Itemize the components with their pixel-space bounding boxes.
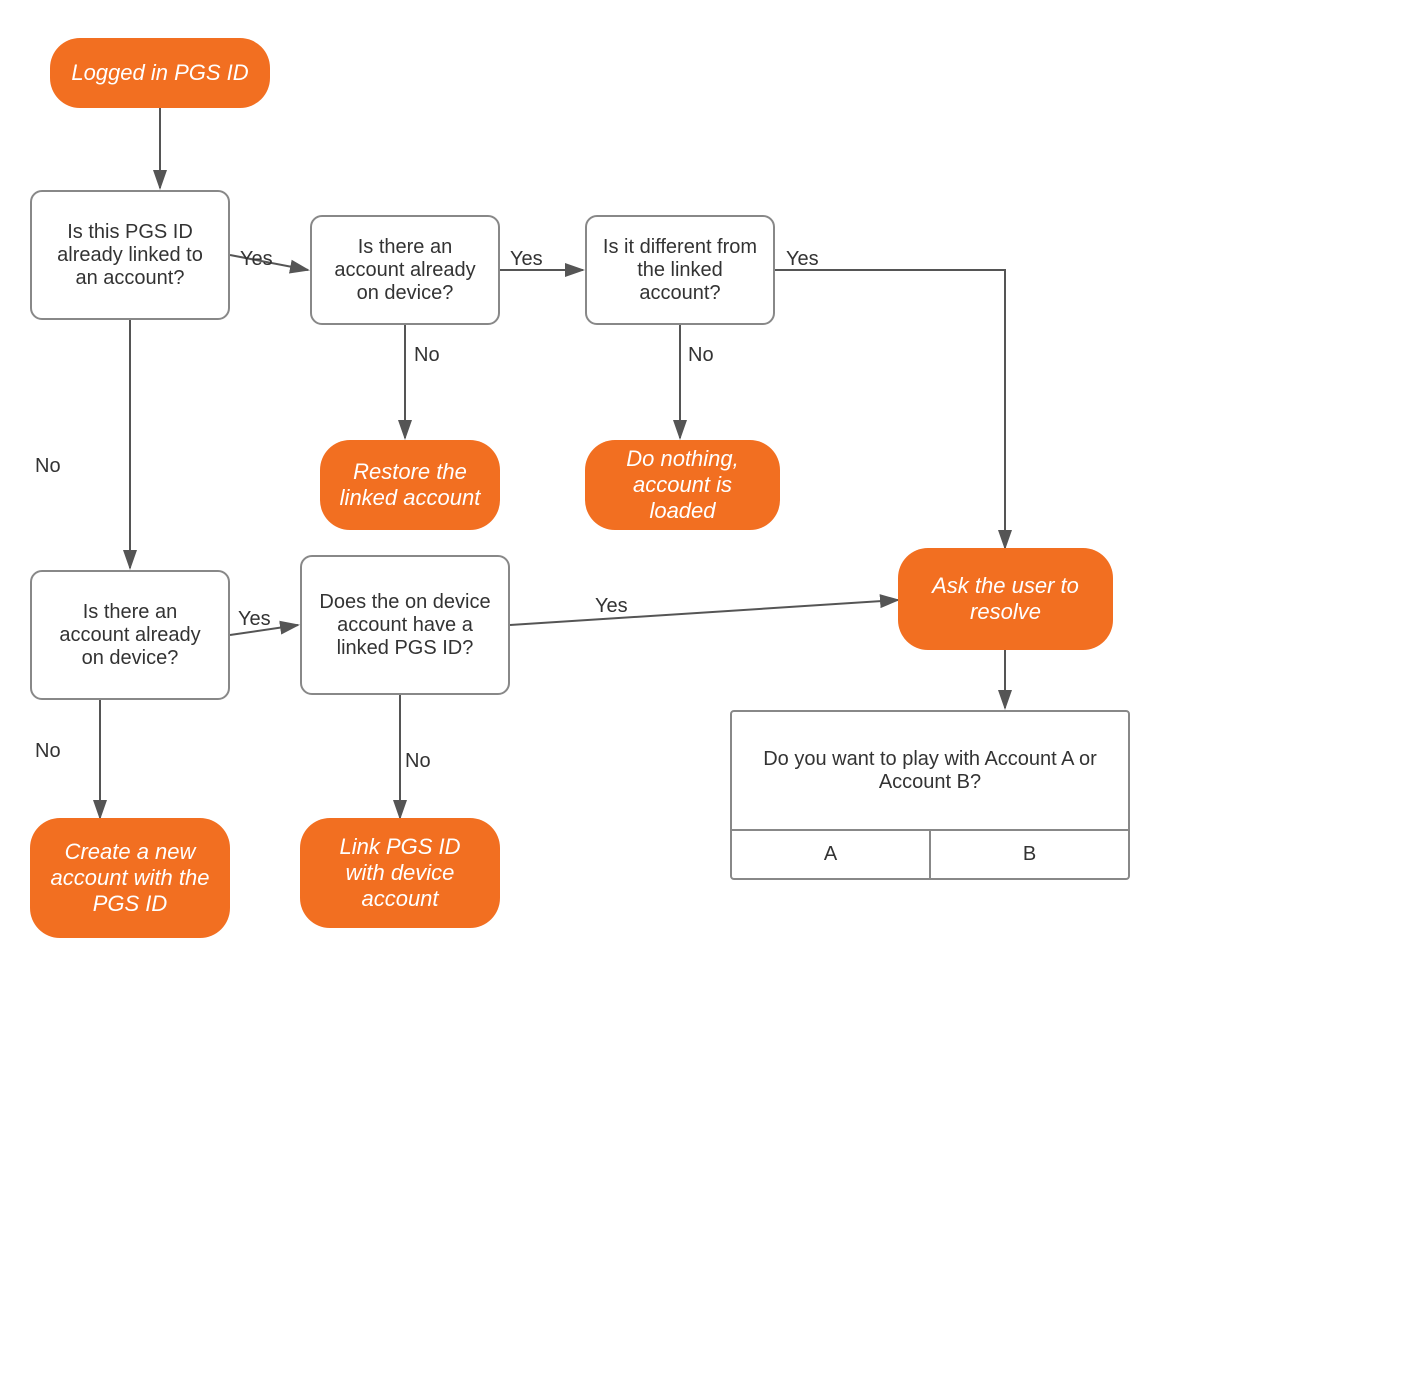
q2-node: Is there an account already on device? [310,215,500,325]
a-create-node: Create a new account with the PGS ID [30,818,230,938]
dialog-text: Do you want to play with Account A or Ac… [754,748,1106,794]
a-restore-label: Restore the linked account [338,459,482,511]
a-resolve-label: Ask the user to resolve [916,573,1095,625]
label-no4: No [35,740,61,763]
label-yes2: Yes [510,248,543,271]
label-yes4: Yes [238,608,271,631]
a-create-label: Create a new account with the PGS ID [48,839,212,917]
q3-label: Is it different from the linked account? [601,236,759,305]
a-link-label: Link PGS ID with device account [318,834,482,912]
dialog-btn-b[interactable]: B [931,831,1128,878]
q4-node: Is there an account already on device? [30,570,230,700]
label-yes5: Yes [595,595,628,618]
start-node: Logged in PGS ID [50,38,270,108]
a-nothing-node: Do nothing, account is loaded [585,440,780,530]
q4-label: Is there an account already on device? [46,601,214,670]
label-no5: No [405,750,431,773]
dialog-footer: A B [732,829,1128,878]
label-no1: No [35,455,61,478]
q3-node: Is it different from the linked account? [585,215,775,325]
a-resolve-node: Ask the user to resolve [898,548,1113,650]
a-restore-node: Restore the linked account [320,440,500,530]
label-no2: No [414,344,440,367]
label-no3: No [688,344,714,367]
a-nothing-label: Do nothing, account is loaded [603,446,762,524]
dialog-btn-a[interactable]: A [732,831,931,878]
label-yes3: Yes [786,248,819,271]
q1-label: Is this PGS ID already linked to an acco… [46,221,214,290]
q2-label: Is there an account already on device? [326,236,484,305]
start-label: Logged in PGS ID [71,60,248,86]
dialog-node[interactable]: Do you want to play with Account A or Ac… [730,710,1130,880]
a-link-node: Link PGS ID with device account [300,818,500,928]
q5-label: Does the on device account have a linked… [316,591,494,660]
q1-node: Is this PGS ID already linked to an acco… [30,190,230,320]
q5-node: Does the on device account have a linked… [300,555,510,695]
dialog-body: Do you want to play with Account A or Ac… [732,712,1128,829]
label-yes1: Yes [240,248,273,271]
flowchart-diagram: Logged in PGS ID Is this PGS ID already … [0,0,1408,1377]
